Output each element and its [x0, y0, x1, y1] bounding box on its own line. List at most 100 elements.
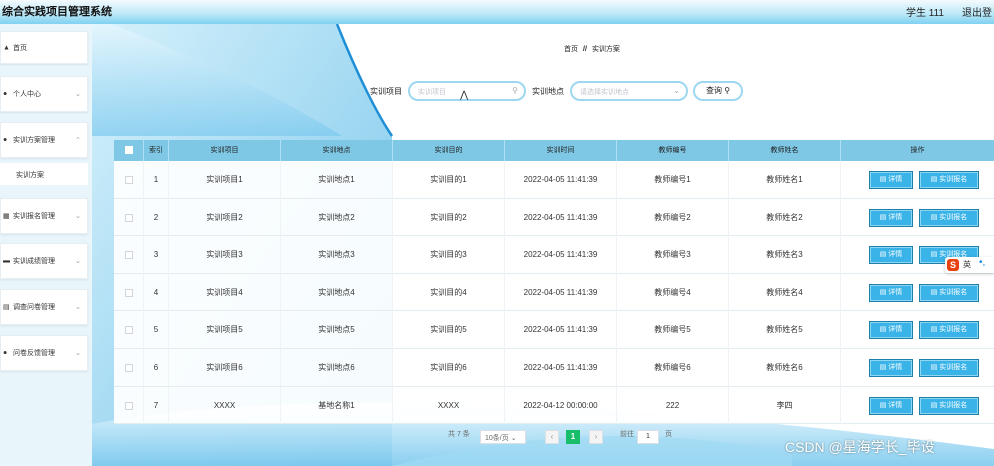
cell-purpose: 实训目的1 [393, 161, 505, 199]
ime-toolbar[interactable]: S 英 •, [945, 257, 994, 273]
cell-project: 实训项目4 [169, 273, 281, 312]
top-bar: 综合实践项目管理系统 学生 111 退出登 [0, 0, 994, 24]
document-icon: ▤ [930, 176, 940, 183]
sidebar-item-label: 实训成绩管理 [13, 258, 55, 265]
cell-location: 实训地点5 [281, 311, 393, 349]
column-header-teacher-no: 教师编号 [617, 140, 729, 161]
search-button-label: 查询 [705, 86, 722, 95]
monitor-icon: ▬ [3, 257, 10, 265]
next-page-button[interactable]: › [589, 430, 603, 444]
column-header-time: 实训时间 [505, 140, 617, 161]
row-checkbox[interactable] [125, 364, 133, 372]
column-header-actions: 操作 [910, 147, 925, 154]
page-size-value: 10条/页 [485, 435, 509, 442]
cell-actions: ▤ 详情 ▤ 实训报名 [841, 387, 994, 425]
page-size-select[interactable]: 10条/页 ⌄ [480, 430, 526, 444]
sidebar-item-personal-center[interactable]: ● 个人中心 ⌄ [0, 76, 88, 112]
enroll-button[interactable]: ▤ 实训报名 [919, 321, 979, 340]
chevron-down-icon: ⌄ [75, 350, 81, 357]
document-icon: ▤ [879, 176, 889, 183]
detail-button[interactable]: ▤ 详情 [869, 246, 913, 265]
sidebar-subitem-plan[interactable]: 实训方案 [0, 163, 88, 185]
goto-page-input[interactable]: 1 [637, 430, 659, 444]
row-checkbox[interactable] [125, 213, 133, 222]
row-checkbox[interactable] [125, 288, 133, 297]
enroll-button[interactable]: ▤ 实训报名 [919, 208, 979, 227]
enroll-button[interactable]: ▤ 实训报名 [919, 396, 979, 415]
cell-location: 实训地点3 [281, 236, 393, 274]
document-icon: ▤ [930, 364, 940, 371]
detail-button[interactable]: ▤ 详情 [869, 321, 913, 340]
sidebar-item-survey-management[interactable]: ▤ 调查问卷管理 ⌄ [0, 289, 88, 325]
column-header-teacher-name: 教师姓名 [729, 140, 841, 161]
sidebar-item-enroll-management[interactable]: ▦ 实训报名管理 ⌄ [0, 198, 88, 234]
cell-index: 1 [144, 161, 169, 199]
chevron-down-icon: ⌄ [673, 86, 680, 95]
ime-mode-label: 英 [963, 260, 971, 269]
detail-button[interactable]: ▤ 详情 [869, 171, 913, 189]
row-select-cell [114, 349, 144, 387]
select-all-checkbox[interactable] [125, 146, 133, 154]
cell-purpose: 实训目的4 [393, 273, 505, 312]
enroll-button[interactable]: ▤ 实训报名 [919, 171, 979, 189]
cell-time: 2022-04-05 11:41:39 [505, 161, 617, 199]
enroll-button[interactable]: ▤ 实训报名 [919, 283, 979, 302]
document-icon: ▤ [879, 401, 889, 409]
breadcrumb-current: 实训方案 [591, 46, 620, 53]
cell-time: 2022-04-05 11:41:39 [505, 198, 617, 237]
location-label: 实训地点 [532, 87, 564, 96]
sidebar-item-plan-management[interactable]: ● 实训方案管理 ⌃ [0, 122, 88, 158]
row-select-cell [114, 386, 144, 425]
enroll-button[interactable]: ▤ 实训报名 [919, 359, 979, 377]
detail-button[interactable]: ▤ 详情 [869, 283, 913, 302]
cell-teacher-no: 教师编号6 [617, 349, 729, 387]
cell-teacher-name: 教师姓名6 [729, 349, 841, 387]
search-button[interactable]: 查询 ⚲ [693, 81, 743, 101]
row-select-cell [114, 311, 144, 349]
column-header-index: 索引 [144, 140, 169, 161]
sidebar-item-score-management[interactable]: ▬ 实训成绩管理 ⌄ [0, 243, 88, 279]
table-row: 1 实训项目1 实训地点1 实训目的1 2022-04-05 11:41:39 教师编号1… [114, 161, 994, 199]
breadcrumb-home[interactable]: 首页 [564, 46, 578, 53]
row-checkbox[interactable] [125, 401, 133, 410]
row-checkbox[interactable] [125, 326, 133, 335]
detail-button[interactable]: ▤ 详情 [869, 359, 913, 377]
row-select-cell [114, 273, 144, 312]
cell-time: 2022-04-05 11:41:39 [505, 349, 617, 387]
sidebar-item-home[interactable]: ▲ 首页 [0, 31, 88, 64]
cell-index: 3 [144, 236, 169, 274]
page-number-current[interactable]: 1 [566, 430, 580, 444]
cell-purpose: XXXX [393, 386, 505, 425]
detail-button-label: 详情 [888, 401, 903, 409]
breadcrumb: 首页 // 实训方案 [92, 44, 994, 54]
row-select-cell [114, 161, 144, 199]
ime-punctuation-icon: •, [979, 257, 986, 268]
table-row: 7 XXXX 基地名称1 XXXX 2022-04-12 00:00:00 222 李四 ▤ … [114, 386, 994, 425]
document-icon: ▤ [3, 304, 10, 311]
cell-location: 实训地点2 [281, 198, 393, 237]
detail-button[interactable]: ▤ 详情 [869, 208, 913, 227]
detail-button[interactable]: ▤ 详情 [869, 396, 913, 415]
detail-button-label: 详情 [888, 176, 903, 183]
cell-teacher-name: 教师姓名5 [729, 311, 841, 349]
goto-suffix: 页 [665, 431, 672, 438]
cell-actions: ▤ 详情 ▤ 实训报名 [841, 161, 994, 199]
table-row: 3 实训项目3 实训地点3 实训目的3 2022-04-05 11:41:39 教师编号3… [114, 236, 994, 274]
sidebar-item-label: 问卷反馈管理 [13, 350, 55, 357]
location-select[interactable]: 请选择实训地点 ⌄ [570, 81, 688, 101]
row-select-cell [114, 198, 144, 237]
prev-page-button[interactable]: ‹ [545, 430, 559, 444]
table-header: 索引 实训项目 实训地点 实训目的 实训时间 教师编号 教师姓名 操作 [114, 140, 994, 161]
enroll-button-label: 实训报名 [939, 213, 968, 221]
sidebar: ▲ 首页 ● 个人中心 ⌄ ● 实训方案管理 ⌃ 实训方案 ▦ 实训报名管理 ⌄… [0, 24, 92, 466]
cell-actions: ▤ 详情 ▤ 实训报名 [841, 274, 994, 312]
row-checkbox[interactable] [125, 251, 133, 260]
sidebar-item-feedback-management[interactable]: ● 问卷反馈管理 ⌄ [0, 335, 88, 371]
document-icon: ▤ [930, 288, 940, 296]
cell-index: 7 [144, 386, 169, 425]
document-icon: ▤ [879, 213, 889, 221]
cell-purpose: 实训目的3 [393, 236, 505, 274]
person-icon: ● [3, 349, 8, 357]
row-checkbox[interactable] [125, 176, 133, 184]
logout-link[interactable]: 退出登 [962, 4, 992, 19]
